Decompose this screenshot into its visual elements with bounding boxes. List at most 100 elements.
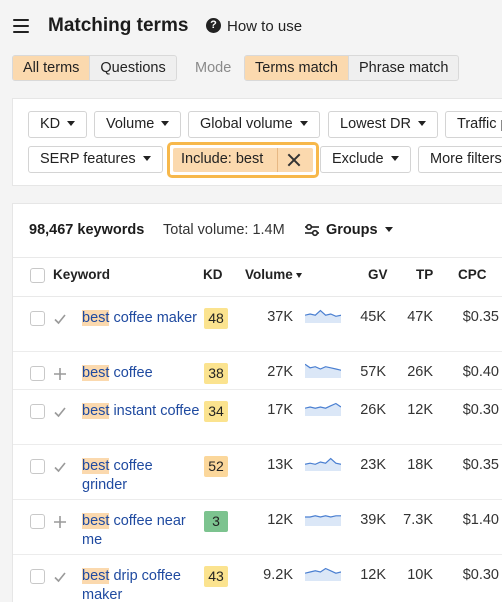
caret-down-icon <box>390 156 399 161</box>
cpc-value: $0.30 <box>462 567 499 583</box>
more-filters-label: More filters <box>430 151 502 167</box>
serp-features-filter-button[interactable]: SERP features <box>28 146 163 173</box>
cpc-value: $1.40 <box>462 512 499 528</box>
row-checkbox[interactable] <box>30 514 45 529</box>
keyword-link[interactable]: best coffee maker <box>82 309 200 328</box>
sparkline-area <box>305 403 341 416</box>
exclude-filter-label: Exclude <box>332 151 384 167</box>
more-filters-button[interactable]: More filters <box>418 146 502 173</box>
column-kd[interactable]: KD <box>203 267 223 282</box>
keyword-text: coffee <box>109 365 153 381</box>
volume-trend-sparkline <box>305 567 341 581</box>
include-filter-label: Include: best <box>181 151 264 167</box>
gv-value: 23K <box>360 457 386 473</box>
volume-value: 13K <box>267 457 293 473</box>
row-checkbox[interactable] <box>30 459 45 474</box>
keyword-text: coffee maker <box>109 310 198 326</box>
keyword-link[interactable]: best coffee <box>82 364 200 383</box>
mode-phrase-match[interactable]: Phrase match <box>348 56 458 80</box>
traffic-filter-button[interactable]: Traffic p <box>445 111 502 138</box>
check-icon[interactable] <box>53 312 67 326</box>
kd-badge: 3 <box>204 511 228 532</box>
close-icon[interactable] <box>286 152 302 168</box>
tp-value: 12K <box>407 402 433 418</box>
include-separator <box>277 148 278 172</box>
column-keyword[interactable]: Keyword <box>53 267 110 282</box>
volume-filter-label: Volume <box>106 116 155 132</box>
kd-badge: 52 <box>204 456 228 477</box>
mode-terms-match[interactable]: Terms match <box>245 56 348 80</box>
caret-down-icon <box>384 227 393 232</box>
keyword-link[interactable]: best coffee near me <box>82 512 200 550</box>
keyword-text: instant coffee <box>109 403 200 419</box>
global-volume-filter-label: Global volume <box>200 116 293 132</box>
volume-trend-sparkline <box>305 515 341 526</box>
total-volume: Total volume: 1.4M <box>163 222 285 238</box>
gv-value: 39K <box>360 512 386 528</box>
tab-questions[interactable]: Questions <box>89 56 175 80</box>
keyword-link[interactable]: best coffee grinder <box>82 457 200 495</box>
include-filter-button[interactable]: Include: best <box>173 148 313 172</box>
lowest-dr-filter-button[interactable]: Lowest DR <box>328 111 438 138</box>
kd-badge: 43 <box>204 566 228 587</box>
groups-label: Groups <box>326 222 378 238</box>
kd-badge: 48 <box>204 308 228 329</box>
tp-value: 47K <box>407 309 433 325</box>
keyword-count: 98,467 keywords <box>29 222 145 238</box>
caret-down-icon <box>142 156 151 161</box>
caret-down-icon <box>67 121 76 126</box>
results-panel: 98,467 keywords Total volume: 1.4M Group… <box>12 203 502 602</box>
how-to-use-link[interactable]: How to use <box>227 18 302 35</box>
mode-toggle: Terms match Phrase match <box>244 55 460 81</box>
global-volume-filter-button[interactable]: Global volume <box>188 111 320 138</box>
volume-value: 37K <box>267 309 293 325</box>
column-tp[interactable]: TP <box>416 267 433 282</box>
terms-tab-group: All terms Questions <box>12 55 177 81</box>
cpc-value: $0.40 <box>462 364 499 380</box>
cpc-value: $0.35 <box>462 309 499 325</box>
row-checkbox[interactable] <box>30 366 45 381</box>
gv-value: 57K <box>360 364 386 380</box>
kd-filter-button[interactable]: KD <box>28 111 88 138</box>
table-row[interactable]: best coffee near me 3 12K 39K 7.3K $1.40 <box>13 500 502 555</box>
column-volume[interactable]: Volume <box>245 267 302 282</box>
select-all-checkbox[interactable] <box>30 268 45 283</box>
plus-icon[interactable] <box>53 367 67 381</box>
table-row[interactable]: best coffee 38 27K 57K 26K $0.40 <box>13 352 502 390</box>
tp-value: 10K <box>407 567 433 583</box>
volume-trend-sparkline <box>305 363 341 378</box>
column-gv[interactable]: GV <box>368 267 388 282</box>
groups-button[interactable]: Groups <box>326 222 393 238</box>
volume-value: 12K <box>267 512 293 528</box>
hamburger-menu-icon[interactable] <box>13 19 29 33</box>
column-cpc[interactable]: CPC <box>458 267 487 282</box>
header-divider <box>13 257 502 258</box>
caret-down-icon <box>417 121 426 126</box>
gv-value: 12K <box>360 567 386 583</box>
row-checkbox[interactable] <box>30 569 45 584</box>
table-row[interactable]: best coffee grinder 52 13K 23K 18K $0.35 <box>13 445 502 500</box>
keyword-match-highlight: best <box>82 458 110 474</box>
keyword-link[interactable]: best instant coffee <box>82 402 200 421</box>
keyword-link[interactable]: best drip coffee maker <box>82 567 200 602</box>
check-icon[interactable] <box>53 460 67 474</box>
volume-filter-button[interactable]: Volume <box>94 111 182 138</box>
table-row[interactable]: best drip coffee maker 43 9.2K 12K 10K $0.30 <box>13 555 502 602</box>
table-row[interactable]: best coffee maker 48 37K 45K 47K $0.35 <box>13 297 502 352</box>
check-icon[interactable] <box>53 405 67 419</box>
volume-value: 9.2K <box>263 567 293 583</box>
kd-filter-label: KD <box>40 116 61 132</box>
row-checkbox[interactable] <box>30 404 45 419</box>
cpc-value: $0.30 <box>462 402 499 418</box>
table-row[interactable]: best instant coffee 34 17K 26K 12K $0.30 <box>13 390 502 445</box>
groups-sliders-icon <box>305 223 319 237</box>
plus-icon[interactable] <box>53 515 67 529</box>
page-header: Matching terms ? How to use <box>0 0 502 52</box>
help-icon[interactable]: ? <box>206 18 221 33</box>
exclude-filter-button[interactable]: Exclude <box>320 146 411 173</box>
row-checkbox[interactable] <box>30 311 45 326</box>
include-filter-highlight: Include: best <box>167 142 319 178</box>
check-icon[interactable] <box>53 570 67 584</box>
tab-all-terms[interactable]: All terms <box>13 56 90 80</box>
sparkline-area <box>305 364 341 378</box>
